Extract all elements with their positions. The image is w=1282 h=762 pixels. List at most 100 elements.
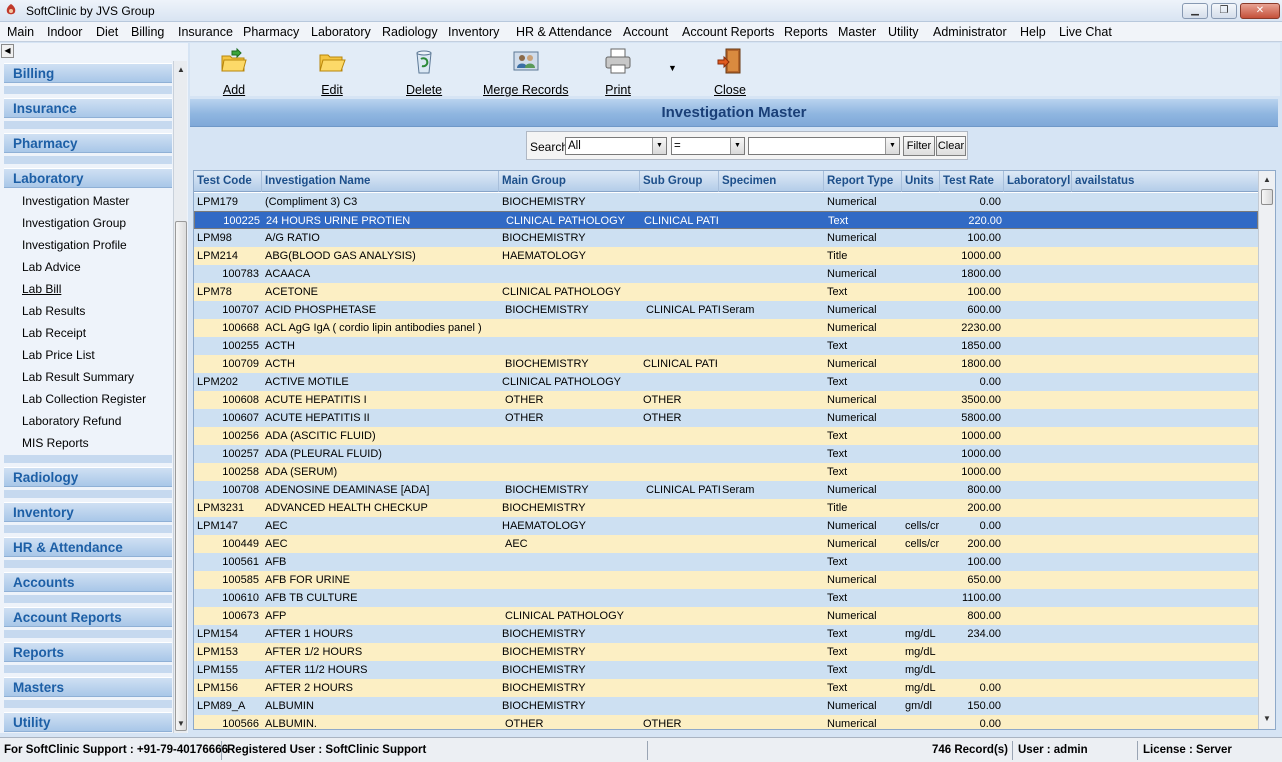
- column-header-test-rate[interactable]: Test Rate: [940, 171, 1004, 192]
- column-header-test-code[interactable]: Test Code: [194, 171, 262, 192]
- table-row[interactable]: 100258 ADA (SERUM) Text 1000.00: [194, 463, 1258, 481]
- minimize-button[interactable]: ▁: [1182, 3, 1208, 19]
- scroll-down-arrow-icon[interactable]: ▼: [174, 717, 188, 731]
- table-row[interactable]: 100225 24 HOURS URINE PROTIEN CLINICAL PAT…: [194, 211, 1258, 229]
- menu-diet[interactable]: Diet: [96, 25, 118, 39]
- menu-laboratory[interactable]: Laboratory: [311, 25, 371, 39]
- table-row[interactable]: 100783 ACAACA Numerical 1800.00: [194, 265, 1258, 283]
- table-row[interactable]: LPM155 AFTER 11/2 HOURS BIOCHEMISTRY Text mg…: [194, 661, 1258, 679]
- sidebar-section-inventory[interactable]: Inventory: [4, 502, 172, 522]
- table-row[interactable]: 100608 ACUTE HEPATITIS I OTHER OTHER Numeric…: [194, 391, 1258, 409]
- menu-account[interactable]: Account: [623, 25, 668, 39]
- table-row[interactable]: 100668 ACL AgG IgA ( cordio lipin antibod…: [194, 319, 1258, 337]
- scroll-up-arrow-icon[interactable]: ▲: [174, 63, 188, 77]
- search-operator-select[interactable]: = ▼: [671, 137, 745, 155]
- menu-pharmacy[interactable]: Pharmacy: [243, 25, 299, 39]
- menu-master[interactable]: Master: [838, 25, 876, 39]
- merge-records-button[interactable]: Merge Records: [483, 47, 568, 97]
- sidebar-item-laboratory-refund[interactable]: Laboratory Refund: [22, 414, 121, 428]
- table-row[interactable]: 100256 ADA (ASCITIC FLUID) Text 1000.00: [194, 427, 1258, 445]
- menu-inventory[interactable]: Inventory: [448, 25, 499, 39]
- column-header-investigation-name[interactable]: Investigation Name: [262, 171, 499, 192]
- sidebar-section-pharmacy[interactable]: Pharmacy: [4, 133, 172, 153]
- sidebar-section-laboratory[interactable]: Laboratory: [4, 168, 172, 188]
- sidebar-item-lab-results[interactable]: Lab Results: [22, 304, 85, 318]
- sidebar-section-reports[interactable]: Reports: [4, 642, 172, 662]
- sidebar-item-lab-receipt[interactable]: Lab Receipt: [22, 326, 86, 340]
- sidebar-item-lab-collection-register[interactable]: Lab Collection Register: [22, 392, 146, 406]
- sidebar-section-radiology[interactable]: Radiology: [4, 467, 172, 487]
- print-dropdown-arrow-icon[interactable]: ▼: [668, 63, 677, 73]
- column-header-sub-group[interactable]: Sub Group: [640, 171, 719, 192]
- table-row[interactable]: 100255 ACTH Text 1850.00: [194, 337, 1258, 355]
- table-row[interactable]: 100561 AFB Text 100.00: [194, 553, 1258, 571]
- grid-scroll-thumb[interactable]: [1261, 189, 1273, 205]
- table-row[interactable]: LPM202 ACTIVE MOTILE CLINICAL PATHOLOGY Tex…: [194, 373, 1258, 391]
- sidebar-section-masters[interactable]: Masters: [4, 677, 172, 697]
- table-row[interactable]: 100709 ACTH BIOCHEMISTRY CLINICAL PATH Numer…: [194, 355, 1258, 373]
- table-row[interactable]: LPM3231 ADVANCED HEALTH CHECKUP BIOCHEMIST…: [194, 499, 1258, 517]
- table-row[interactable]: 100257 ADA (PLEURAL FLUID) Text 1000.00: [194, 445, 1258, 463]
- sidebar-item-mis-reports[interactable]: MIS Reports: [22, 436, 89, 450]
- table-row[interactable]: LPM98 A/G RATIO BIOCHEMISTRY Numerical 100.0…: [194, 229, 1258, 247]
- column-header-report-type[interactable]: Report Type: [824, 171, 902, 192]
- table-row[interactable]: LPM214 ABG(BLOOD GAS ANALYSIS) HAEMATOLOGY…: [194, 247, 1258, 265]
- menu-hr-attendance[interactable]: HR & Attendance: [516, 25, 612, 39]
- print-button[interactable]: Print: [604, 47, 632, 97]
- sidebar-item-lab-price-list[interactable]: Lab Price List: [22, 348, 95, 362]
- menu-live-chat[interactable]: Live Chat: [1059, 25, 1112, 39]
- sidebar-item-investigation-group[interactable]: Investigation Group: [22, 216, 126, 230]
- table-row[interactable]: 100449 AEC AEC Numerical cells/cr 200.00: [194, 535, 1258, 553]
- table-row[interactable]: LPM153 AFTER 1/2 HOURS BIOCHEMISTRY Text mg/…: [194, 643, 1258, 661]
- scroll-down-arrow-icon[interactable]: ▼: [1259, 711, 1275, 727]
- column-header-main-group[interactable]: Main Group: [499, 171, 640, 192]
- sidebar-item-lab-result-summary[interactable]: Lab Result Summary: [22, 370, 134, 384]
- add-button[interactable]: Add: [220, 47, 248, 97]
- close-button[interactable]: Close: [714, 47, 746, 97]
- table-row[interactable]: LPM89_A ALBUMIN BIOCHEMISTRY Numerical gm/dl…: [194, 697, 1258, 715]
- menu-radiology[interactable]: Radiology: [382, 25, 438, 39]
- table-row[interactable]: LPM154 AFTER 1 HOURS BIOCHEMISTRY Text mg/dL…: [194, 625, 1258, 643]
- sidebar-scroll-thumb[interactable]: [175, 221, 187, 731]
- chevron-down-icon[interactable]: ▼: [730, 138, 744, 154]
- sidebar-section-account-reports[interactable]: Account Reports: [4, 607, 172, 627]
- search-field-select[interactable]: All ▼: [565, 137, 667, 155]
- table-row[interactable]: LPM179 (Compliment 3) C3 BIOCHEMISTRY Numer…: [194, 193, 1258, 211]
- table-row[interactable]: 100673 AFP CLINICAL PATHOLOGY Numerical 800.…: [194, 607, 1258, 625]
- sidebar-section-hr-attendance[interactable]: HR & Attendance: [4, 537, 172, 557]
- chevron-down-icon[interactable]: ▼: [885, 138, 899, 154]
- table-row[interactable]: 100610 AFB TB CULTURE Text 1100.00: [194, 589, 1258, 607]
- column-header-availstatus[interactable]: availstatus: [1072, 171, 1258, 192]
- table-row[interactable]: LPM156 AFTER 2 HOURS BIOCHEMISTRY Text mg/dL…: [194, 679, 1258, 697]
- chevron-down-icon[interactable]: ▼: [652, 138, 666, 154]
- restore-button[interactable]: ❐: [1211, 3, 1237, 19]
- menu-indoor[interactable]: Indoor: [47, 25, 82, 39]
- menu-insurance[interactable]: Insurance: [178, 25, 233, 39]
- table-row[interactable]: LPM78 ACETONE CLINICAL PATHOLOGY Text 100.00: [194, 283, 1258, 301]
- table-row[interactable]: LPM147 AEC HAEMATOLOGY Numerical cells/cr 0.0…: [194, 517, 1258, 535]
- collapse-sidebar-button[interactable]: ◀: [1, 44, 14, 58]
- close-window-button[interactable]: ✕: [1240, 3, 1280, 19]
- sidebar-scrollbar[interactable]: ▲ ▼: [173, 61, 187, 733]
- menu-main[interactable]: Main: [7, 25, 34, 39]
- filter-button[interactable]: Filter: [903, 136, 935, 156]
- edit-button[interactable]: Edit: [318, 47, 346, 97]
- table-row[interactable]: 100707 ACID PHOSPHETASE BIOCHEMISTRY CLINIC…: [194, 301, 1258, 319]
- column-header-specimen[interactable]: Specimen: [719, 171, 824, 192]
- scroll-up-arrow-icon[interactable]: ▲: [1259, 172, 1275, 188]
- sidebar-item-investigation-profile[interactable]: Investigation Profile: [22, 238, 127, 252]
- sidebar-section-utility[interactable]: Utility: [4, 712, 172, 732]
- menu-administrator[interactable]: Administrator: [933, 25, 1007, 39]
- sidebar-section-insurance[interactable]: Insurance: [4, 98, 172, 118]
- table-row[interactable]: 100708 ADENOSINE DEAMINASE [ADA] BIOCHEMIS…: [194, 481, 1258, 499]
- menu-account-reports[interactable]: Account Reports: [682, 25, 774, 39]
- menu-billing[interactable]: Billing: [131, 25, 164, 39]
- menu-reports[interactable]: Reports: [784, 25, 828, 39]
- menu-utility[interactable]: Utility: [888, 25, 919, 39]
- column-header-laboratory[interactable]: Laboratoryl: [1004, 171, 1072, 192]
- search-value-input[interactable]: ▼: [748, 137, 900, 155]
- sidebar-item-investigation-master[interactable]: Investigation Master: [22, 194, 129, 208]
- table-row[interactable]: 100566 ALBUMIN. OTHER OTHER Numerical 0.00: [194, 715, 1258, 729]
- sidebar-item-lab-advice[interactable]: Lab Advice: [22, 260, 81, 274]
- delete-button[interactable]: Delete: [406, 47, 442, 97]
